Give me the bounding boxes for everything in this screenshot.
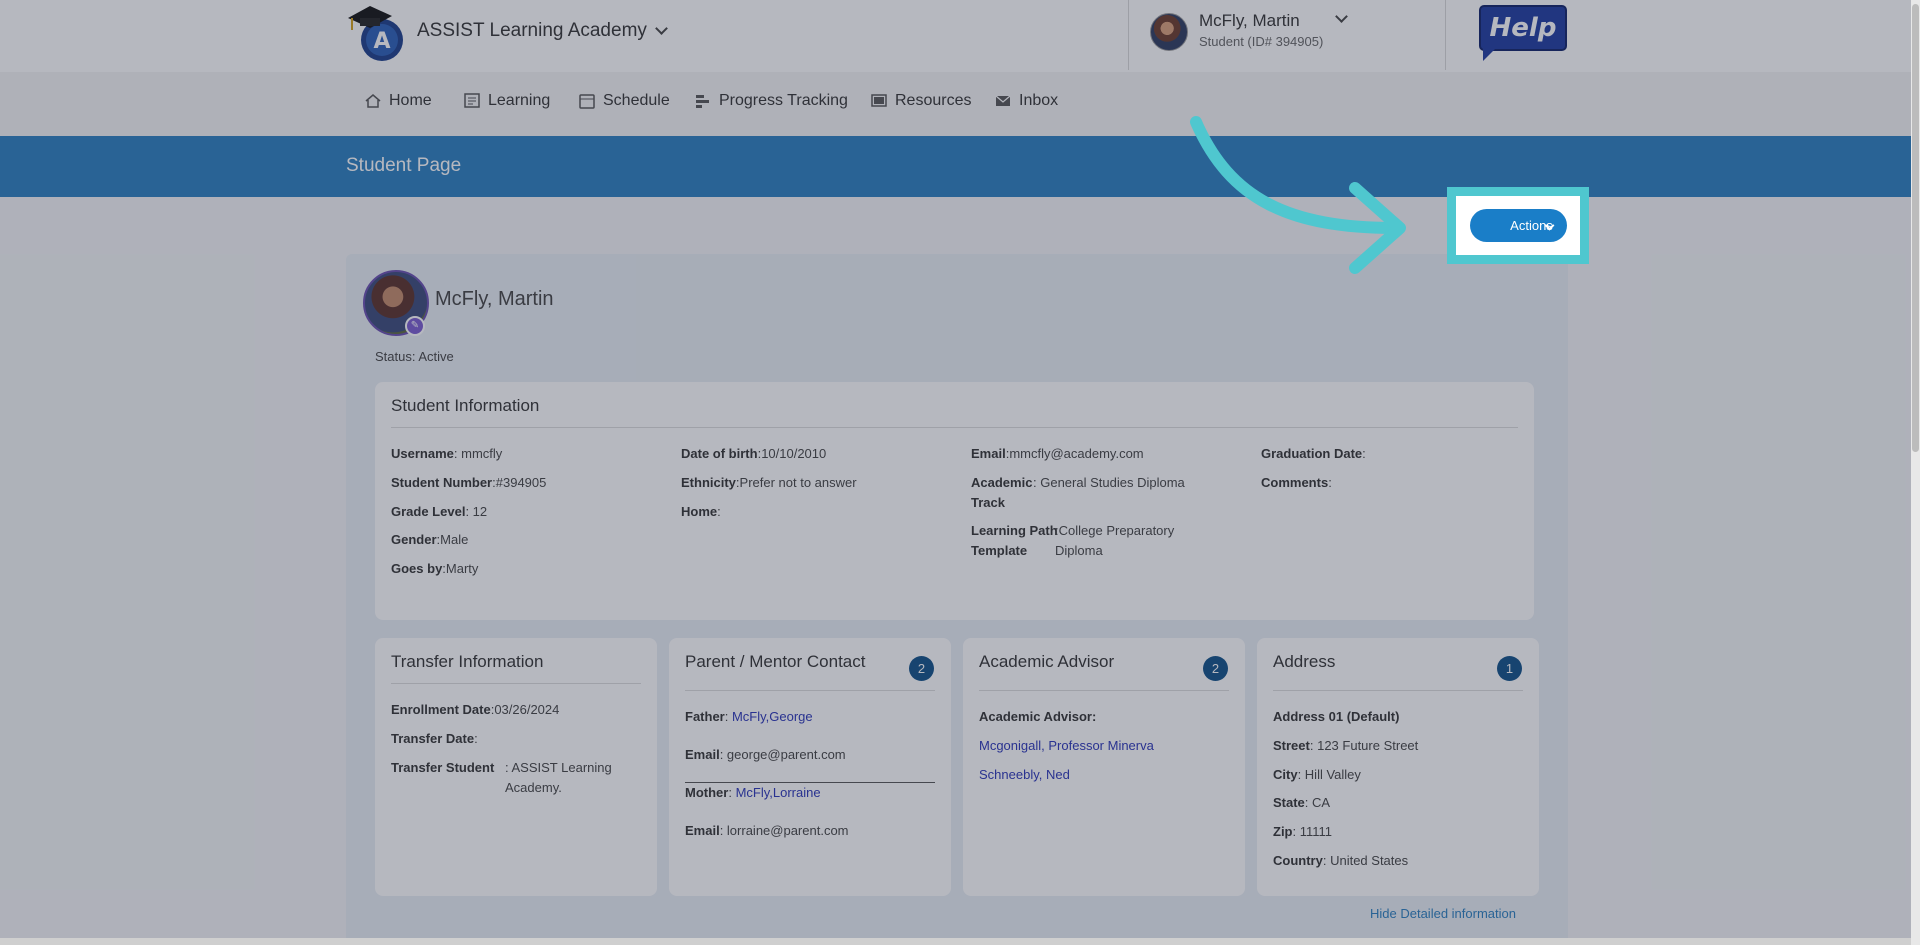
nav-label: Schedule: [603, 92, 670, 109]
field-academic-track-label: Academic Track: [971, 475, 1033, 510]
field-mother-email: Email: lorraine@parent.com: [685, 823, 849, 838]
transfer-info-card: Transfer Information Enrollment Date:03/…: [375, 638, 657, 896]
card-title: Parent / Mentor Contact: [685, 652, 866, 671]
learning-icon: [464, 93, 480, 108]
resources-icon: [871, 94, 887, 107]
field-home: Home:: [681, 504, 721, 519]
nav-resources[interactable]: Resources: [870, 92, 971, 110]
speech-bubble-tail: [1483, 45, 1499, 61]
page-title: Student Page: [346, 155, 462, 176]
count-badge: 2: [1203, 656, 1228, 681]
nav-label: Home: [389, 92, 432, 109]
avatar[interactable]: [1150, 13, 1188, 51]
pointer-arrow-icon: [1190, 116, 1406, 274]
field-learning-path-value: :College Preparatory Diploma: [1055, 523, 1175, 558]
nav-progress-tracking[interactable]: Progress Tracking: [694, 92, 848, 110]
field-graduation-date: Graduation Date:: [1261, 446, 1366, 461]
nav-home[interactable]: Home: [364, 92, 432, 110]
advisor-label: Academic Advisor:: [979, 709, 1097, 724]
horizontal-scrollbar[interactable]: [0, 938, 1911, 945]
user-name[interactable]: McFly, Martin: [1199, 11, 1300, 31]
svg-text:A: A: [373, 29, 390, 54]
field-grade-level: Grade Level: 12: [391, 504, 488, 519]
divider: [979, 690, 1229, 691]
calendar-icon: [579, 94, 595, 109]
edit-photo-icon[interactable]: ✎: [405, 316, 425, 336]
field-father-email: Email: george@parent.com: [685, 747, 846, 762]
field-transfer-student-label: Transfer Student: [391, 760, 495, 775]
field-username: Username: mmcfly: [391, 446, 503, 461]
student-info-card: Student Information Username: mmcfly Stu…: [375, 382, 1534, 620]
page-banner: Student Page: [0, 136, 1920, 197]
card-title: Address: [1273, 652, 1336, 671]
field-academic-track-value: : General Studies Diploma: [1033, 475, 1185, 490]
home-icon: [365, 94, 381, 108]
student-status: Status: Active: [375, 349, 454, 364]
hide-details-link[interactable]: Hide Detailed information: [1370, 906, 1516, 921]
field-city: City: Hill Valley: [1273, 767, 1361, 782]
field-gender: Gender:Male: [391, 532, 469, 547]
advisor-link[interactable]: Schneebly, Ned: [979, 765, 1070, 785]
academic-advisor-card: Academic Advisor 2 Academic Advisor: Mcg…: [963, 638, 1245, 896]
divider: [1273, 690, 1523, 691]
nav-label: Learning: [488, 92, 551, 109]
user-id: Student (ID# 394905): [1199, 34, 1324, 49]
nav-schedule[interactable]: Schedule: [578, 92, 670, 110]
father-link[interactable]: McFly,George: [732, 709, 813, 724]
divider: [391, 427, 1518, 428]
field-student-number: Student Number:#394905: [391, 475, 547, 490]
field-transfer-date: Transfer Date:: [391, 731, 478, 746]
field-ethnicity: Ethnicity:Prefer not to answer: [681, 475, 857, 490]
field-goes-by: Goes by:Marty: [391, 561, 479, 576]
nav-label: Inbox: [1019, 92, 1059, 109]
field-country: Country: United States: [1273, 853, 1409, 868]
divider: [1445, 0, 1446, 70]
field-father: Father: McFly,George: [685, 709, 813, 724]
field-transfer-student-value: : ASSIST Learning Academy.: [505, 760, 612, 795]
actions-button[interactable]: Actions: [1470, 209, 1567, 242]
parent-contact-card: Parent / Mentor Contact 2 Father: McFly,…: [669, 638, 951, 896]
count-badge: 2: [909, 656, 934, 681]
field-email: Email:mmcfly@academy.com: [971, 446, 1144, 461]
school-name: ASSIST Learning Academy: [417, 20, 647, 41]
divider: [391, 683, 641, 684]
field-learning-path-label: Learning Path Template: [971, 523, 1058, 558]
field-state: State: CA: [1273, 795, 1331, 810]
mail-icon: [995, 95, 1011, 106]
field-mother: Mother: McFly,Lorraine: [685, 785, 821, 800]
count-badge: 1: [1497, 656, 1522, 681]
field-date-of-birth: Date of birth:10/10/2010: [681, 446, 827, 461]
mother-link[interactable]: McFly,Lorraine: [736, 785, 821, 800]
card-title: Student Information: [391, 396, 540, 415]
field-zip: Zip: 11111: [1273, 824, 1333, 839]
user-menu-chevron-icon[interactable]: [1335, 10, 1348, 23]
field-comments: Comments:: [1261, 475, 1332, 490]
divider: [1128, 0, 1129, 70]
card-title: Transfer Information: [391, 652, 544, 671]
nav-label: Resources: [895, 92, 972, 109]
student-name: McFly, Martin: [435, 288, 554, 310]
academy-logo-icon[interactable]: A: [346, 2, 408, 64]
school-switcher[interactable]: ASSIST Learning Academy: [417, 20, 668, 42]
card-title: Academic Advisor: [979, 652, 1115, 671]
progress-icon: [696, 95, 709, 108]
nav-learning[interactable]: Learning: [463, 92, 550, 110]
nav-label: Progress Tracking: [719, 92, 848, 109]
address-heading: Address 01 (Default): [1273, 709, 1400, 724]
divider: [685, 690, 935, 691]
field-street: Street: 123 Future Street: [1273, 738, 1419, 753]
address-card: Address 1 Address 01 (Default) Street: 1…: [1257, 638, 1539, 896]
advisor-link[interactable]: Mcgonigall, Professor Minerva: [979, 736, 1154, 756]
top-bar: A ASSIST Learning Academy McFly, Martin …: [0, 0, 1920, 72]
scrollbar-thumb[interactable]: [1912, 4, 1919, 452]
chevron-down-icon: [655, 22, 668, 35]
main-nav: Home Learning Schedule Progress Tracking…: [0, 72, 1920, 136]
nav-inbox[interactable]: Inbox: [994, 92, 1058, 110]
help-button[interactable]: Help: [1479, 5, 1569, 61]
field-enrollment-date: Enrollment Date:03/26/2024: [391, 702, 560, 717]
